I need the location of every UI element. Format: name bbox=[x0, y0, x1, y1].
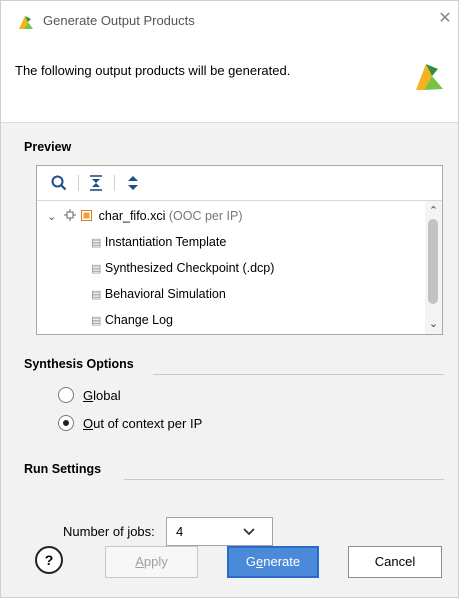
jobs-label: Number of jobs: bbox=[63, 524, 155, 539]
ip-block-icon bbox=[63, 209, 76, 221]
tree-item[interactable]: ▤ Change Log bbox=[91, 309, 173, 331]
jobs-value: 4 bbox=[176, 524, 184, 539]
ip-mode: (OOC per IP) bbox=[168, 209, 243, 223]
run-settings-title: Run Settings bbox=[24, 462, 102, 476]
xci-file-icon bbox=[81, 210, 93, 221]
toolbar-separator bbox=[78, 175, 79, 191]
global-option[interactable]: Global bbox=[58, 386, 178, 406]
out-of-context-label: Out of context per IP bbox=[83, 416, 203, 431]
vivado-logo-icon bbox=[416, 64, 443, 90]
document-icon: ▤ bbox=[91, 289, 102, 301]
preview-section-title: Preview bbox=[24, 140, 72, 154]
header-message: The following output products will be ge… bbox=[15, 63, 291, 78]
cancel-button[interactable]: Cancel bbox=[348, 546, 442, 578]
document-icon: ▤ bbox=[91, 315, 102, 327]
tree-item[interactable]: ▤ Synthesized Checkpoint (.dcp) bbox=[91, 257, 274, 279]
ip-name: char_fifo.xci bbox=[98, 209, 166, 223]
tree-item-label: Instantiation Template bbox=[104, 235, 227, 249]
scroll-down-icon[interactable]: ⌄ bbox=[427, 318, 440, 330]
toolbar-separator bbox=[114, 175, 115, 191]
section-divider bbox=[153, 374, 444, 375]
radio-selected-dot bbox=[63, 420, 69, 426]
synthesis-section-title: Synthesis Options bbox=[24, 357, 134, 371]
out-of-context-option[interactable]: Out of context per IP bbox=[58, 414, 238, 434]
dialog-header: The following output products will be ge… bbox=[1, 41, 458, 122]
tree-item-label: Change Log bbox=[104, 313, 174, 327]
tree-scrollbar[interactable]: ⌃ ⌄ bbox=[425, 201, 442, 334]
jobs-select[interactable]: 4 bbox=[166, 517, 273, 546]
collapse-all-icon[interactable] bbox=[87, 174, 105, 192]
expand-all-icon[interactable] bbox=[124, 174, 142, 192]
document-icon: ▤ bbox=[91, 237, 102, 249]
apply-button[interactable]: Apply bbox=[105, 546, 198, 578]
chevron-down-icon[interactable]: ⌄ bbox=[47, 211, 56, 223]
tree-item[interactable]: ▤ Behavioral Simulation bbox=[91, 283, 226, 305]
scrollbar-thumb[interactable] bbox=[428, 219, 438, 304]
global-label: Global bbox=[83, 388, 121, 403]
preview-toolbar bbox=[37, 166, 442, 201]
preview-panel: ⌄ char_fifo.xci (OOC per IP) ▤ Instantia… bbox=[36, 165, 443, 335]
window-title: Generate Output Products bbox=[43, 13, 195, 28]
vivado-logo-icon bbox=[19, 16, 33, 29]
section-divider bbox=[124, 479, 444, 480]
header-divider bbox=[1, 122, 458, 123]
tree-item-label: Synthesized Checkpoint (.dcp) bbox=[104, 261, 275, 275]
output-products-tree: ⌄ char_fifo.xci (OOC per IP) ▤ Instantia… bbox=[37, 201, 425, 334]
dialog-window: Generate Output Products ✕ The following… bbox=[0, 0, 459, 598]
document-icon: ▤ bbox=[91, 263, 102, 275]
global-radio[interactable] bbox=[58, 387, 74, 403]
search-icon[interactable] bbox=[50, 174, 68, 192]
tree-item[interactable]: ▤ Instantiation Template bbox=[91, 231, 226, 253]
tree-item-label: Behavioral Simulation bbox=[104, 287, 226, 301]
title-bar: Generate Output Products ✕ bbox=[1, 1, 458, 41]
close-icon[interactable]: ✕ bbox=[436, 10, 454, 28]
scroll-up-icon[interactable]: ⌃ bbox=[427, 205, 440, 217]
help-button[interactable]: ? bbox=[35, 546, 63, 574]
chevron-down-icon[interactable] bbox=[242, 524, 256, 538]
tree-root-row[interactable]: ⌄ char_fifo.xci (OOC per IP) bbox=[47, 205, 242, 227]
out-of-context-radio[interactable] bbox=[58, 415, 74, 431]
generate-button[interactable]: Generate bbox=[227, 546, 319, 578]
